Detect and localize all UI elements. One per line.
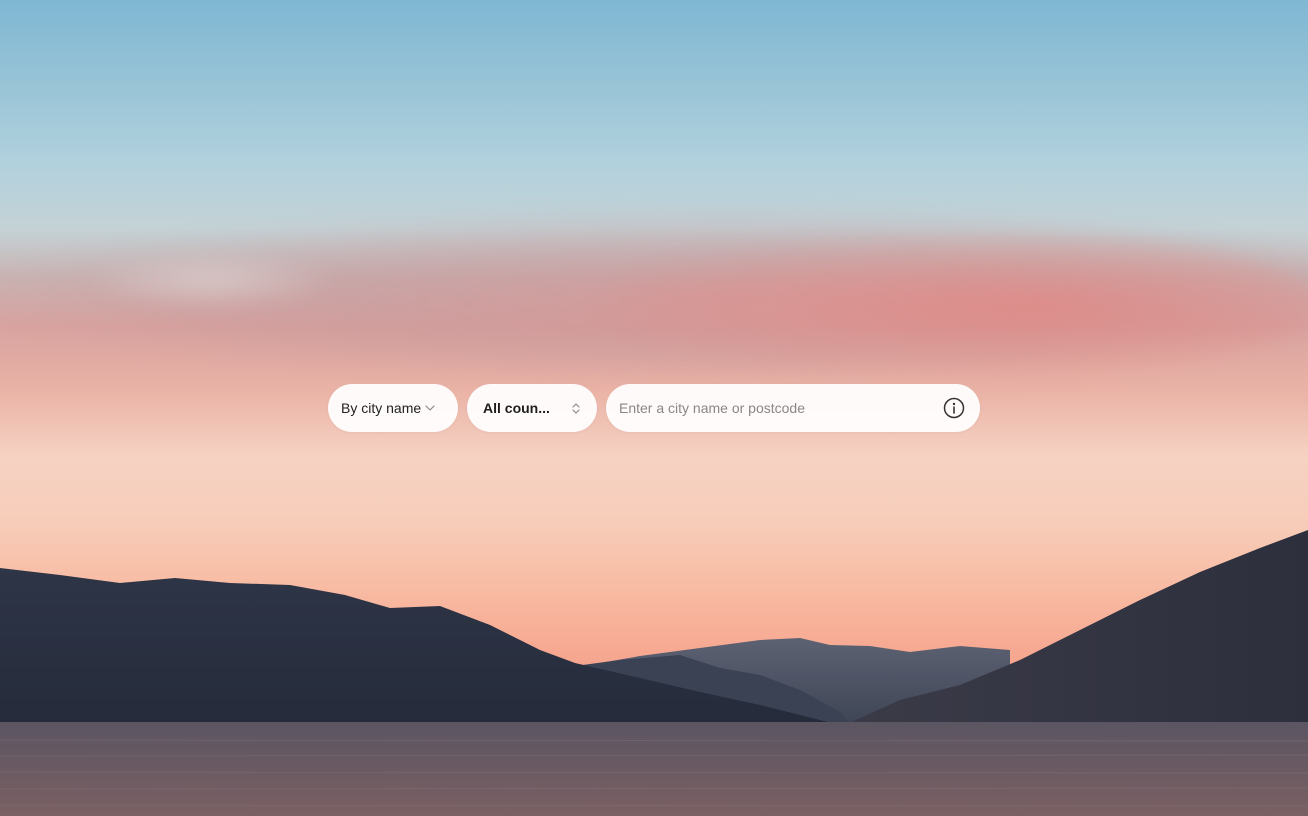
chevron-updown-icon (571, 402, 581, 415)
search-mode-label: By city name (341, 400, 422, 416)
lake-water (0, 722, 1308, 816)
city-search-input[interactable] (619, 400, 919, 416)
country-select[interactable]: All coun... (467, 384, 597, 432)
location-search-bar: By city name All coun... (328, 384, 980, 432)
city-search-field[interactable] (606, 384, 980, 432)
country-select-label: All coun... (483, 400, 550, 416)
info-icon[interactable] (942, 396, 966, 420)
background-scene: By city name All coun... (0, 0, 1308, 816)
search-mode-select[interactable]: By city name (328, 384, 458, 432)
chevron-down-icon (425, 405, 435, 411)
